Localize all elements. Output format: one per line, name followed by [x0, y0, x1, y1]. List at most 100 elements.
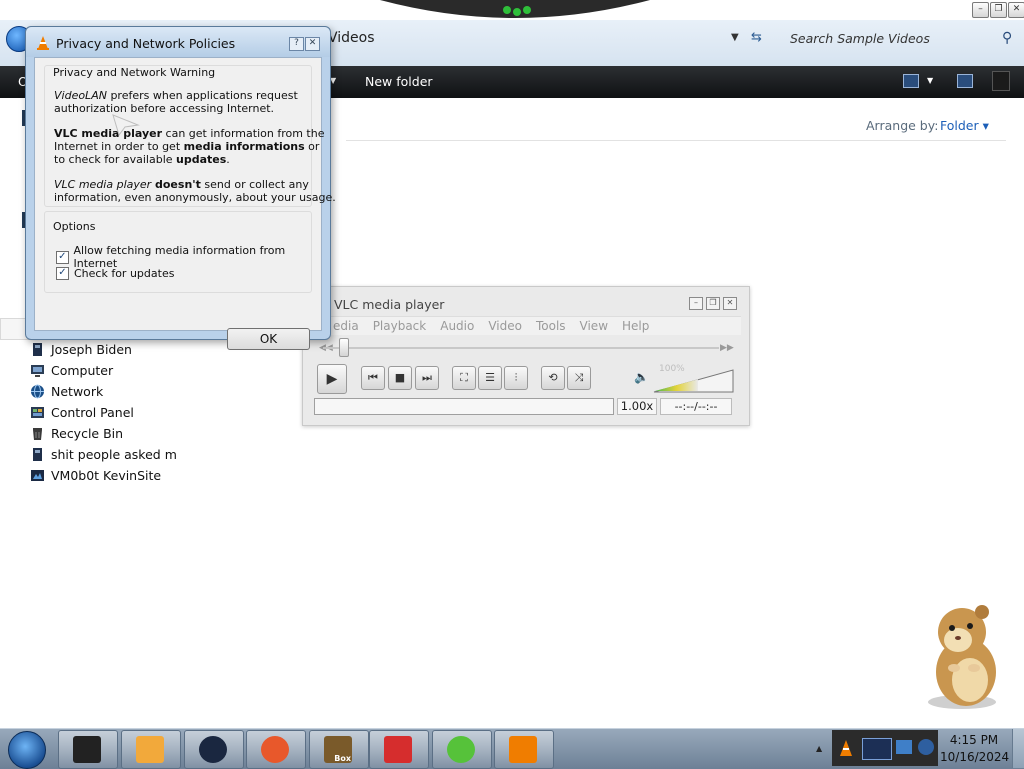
previous-icon[interactable]: ⏮: [361, 366, 385, 390]
bonzi-box-icon: Box: [324, 736, 352, 763]
seek-handle[interactable]: [339, 338, 349, 357]
globe-app-icon: [199, 736, 227, 763]
firefox-icon: [261, 736, 289, 763]
option-label: Check for updates: [74, 267, 175, 280]
menu-video[interactable]: Video: [481, 317, 529, 335]
website-icon: [30, 468, 45, 483]
clock-date[interactable]: 10/16/2024: [940, 750, 1009, 764]
vlc-taskbar-button[interactable]: [494, 730, 554, 769]
seek-bar[interactable]: [323, 347, 719, 349]
menu-playback[interactable]: Playback: [366, 317, 434, 335]
option-check-updates[interactable]: ✓ Check for updates: [56, 267, 174, 280]
start-button[interactable]: [8, 731, 46, 769]
volume-tray-icon[interactable]: [918, 739, 934, 755]
stop-icon[interactable]: ■: [388, 366, 412, 390]
sidebar-item-computer[interactable]: Computer: [30, 360, 177, 381]
sidebar-item-shit-people-asked-m[interactable]: shit people asked m: [30, 444, 177, 465]
sidebar-item-label: shit people asked m: [51, 447, 177, 462]
network-icon: [30, 384, 45, 399]
bonzi-box-taskbar-button[interactable]: Box: [309, 730, 369, 769]
menu-media[interactable]: edia: [331, 317, 366, 335]
time-display[interactable]: --:--/--:--: [660, 398, 732, 415]
user-folder-icon: [30, 342, 45, 357]
sidebar-item-recycle-bin[interactable]: Recycle Bin: [30, 423, 177, 444]
sidebar-item-joseph-biden[interactable]: Joseph Biden: [30, 339, 177, 360]
view-dropdown-icon[interactable]: ▼: [927, 76, 933, 85]
warning-paragraph-3: VLC media player doesn't send or collect…: [54, 178, 336, 204]
status-bar: [314, 398, 614, 415]
loop-icon[interactable]: ⟲: [541, 366, 565, 390]
menu-view[interactable]: View: [573, 317, 615, 335]
breadcrumb[interactable]: Videos: [328, 30, 375, 46]
explorer-icon: [73, 736, 101, 763]
vlc-window-title: VLC media player: [334, 297, 445, 312]
sidebar-list: Joseph Biden Computer Network Control Pa…: [30, 339, 177, 486]
clock-time[interactable]: 4:15 PM: [940, 733, 1008, 747]
pinned-app-taskbar-button[interactable]: [369, 730, 429, 769]
search-icon[interactable]: ⚲: [1002, 30, 1012, 46]
warning-paragraph-2: VLC media player can get information fro…: [54, 127, 325, 166]
volume-icon[interactable]: 🔈: [634, 370, 649, 384]
dialog-title: Privacy and Network Policies: [56, 36, 236, 51]
checkbox-fetch-media-info[interactable]: ✓: [56, 250, 69, 264]
menu-help[interactable]: Help: [615, 317, 656, 335]
control-panel-icon: [30, 405, 45, 420]
pinned-app-icon: [384, 736, 412, 763]
playlist-icon[interactable]: ☰: [478, 366, 502, 390]
privacy-dialog: Privacy and Network Policies ? ✕ Privacy…: [25, 26, 336, 350]
media-app-taskbar-button[interactable]: [121, 730, 181, 769]
network-tray-icon[interactable]: [896, 740, 912, 754]
vlc-icon: [509, 736, 537, 763]
tray-icon[interactable]: [862, 738, 892, 760]
minimize-icon[interactable]: –: [689, 297, 703, 310]
menu-audio[interactable]: Audio: [433, 317, 481, 335]
fullscreen-icon[interactable]: ⛶: [452, 366, 476, 390]
sidebar-item-vm0b0t-kevinsite[interactable]: VM0b0t KevinSite: [30, 465, 177, 486]
menu-tools[interactable]: Tools: [529, 317, 573, 335]
search-placeholder: Search Sample Videos: [790, 31, 930, 46]
extended-settings-icon[interactable]: ⫶: [504, 366, 528, 390]
volume-slider[interactable]: [653, 369, 735, 393]
sidebar-item-control-panel[interactable]: Control Panel: [30, 402, 177, 423]
restore-icon[interactable]: ❐: [706, 297, 720, 310]
refresh-icon[interactable]: ⇆: [751, 30, 762, 45]
close-icon[interactable]: ✕: [723, 297, 737, 310]
sidebar-item-label: Network: [51, 384, 104, 399]
show-desktop-button[interactable]: [1012, 729, 1024, 768]
close-icon[interactable]: ✕: [305, 37, 320, 51]
new-folder-button[interactable]: New folder: [365, 74, 433, 89]
checkbox-check-updates[interactable]: ✓: [56, 267, 69, 280]
playback-rate[interactable]: 1.00x: [617, 398, 657, 415]
ok-button[interactable]: OK: [227, 328, 310, 350]
arrange-by-label: Arrange by:: [866, 118, 939, 133]
recycle-bin-icon: [30, 426, 45, 441]
minimize-icon[interactable]: –: [972, 2, 989, 18]
cloud-app-taskbar-button[interactable]: [432, 730, 492, 769]
faster-icon[interactable]: ▶▶: [720, 343, 734, 353]
next-icon[interactable]: ⏭: [415, 366, 439, 390]
explorer-taskbar-button[interactable]: [58, 730, 118, 769]
firefox-taskbar-button[interactable]: [246, 730, 306, 769]
options-heading: Options: [53, 220, 96, 233]
warning-paragraph-1: VideoLAN prefers when applications reque…: [54, 89, 298, 115]
tray-expand-icon[interactable]: ▲: [816, 744, 822, 753]
play-icon[interactable]: ▶: [317, 364, 347, 394]
notification-area: [832, 730, 938, 766]
address-dropdown-icon[interactable]: ▼: [731, 32, 739, 43]
arrange-by-dropdown[interactable]: Folder ▾: [940, 118, 989, 133]
change-view-icon[interactable]: [903, 74, 919, 88]
cloud-app-icon: [447, 736, 475, 763]
preview-pane-icon[interactable]: [957, 74, 973, 88]
vlc-window: VLC media player – ❐ ✕ edia Playback Aud…: [302, 286, 750, 426]
help-icon[interactable]: [992, 71, 1010, 91]
sidebar-item-label: Joseph Biden: [51, 342, 132, 357]
sidebar-item-network[interactable]: Network: [30, 381, 177, 402]
help-icon[interactable]: ?: [289, 37, 304, 51]
globe-app-taskbar-button[interactable]: [184, 730, 244, 769]
restore-icon[interactable]: ❐: [990, 2, 1007, 18]
shuffle-icon[interactable]: ⤨: [567, 366, 591, 390]
vlc-tray-icon[interactable]: [837, 738, 855, 758]
close-icon[interactable]: ✕: [1008, 2, 1024, 18]
mouse-cursor-icon: [112, 114, 140, 136]
media-app-icon: [136, 736, 164, 763]
